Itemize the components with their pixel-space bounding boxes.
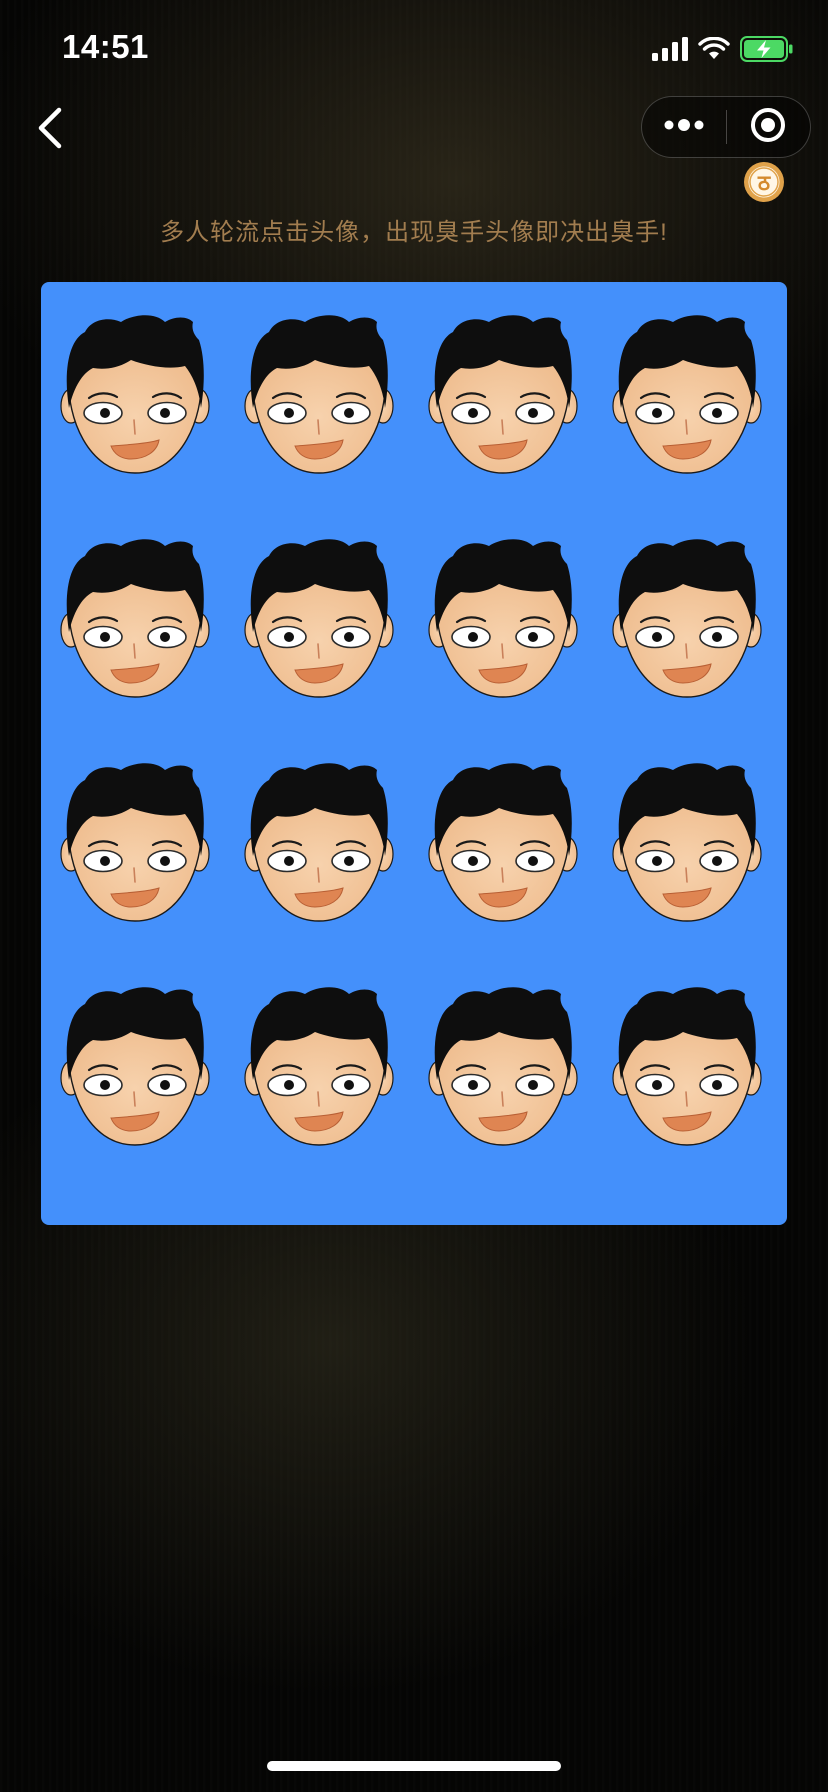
boy-face-avatar-icon (243, 534, 395, 704)
gold-badge-icon: ठ (742, 162, 786, 208)
avatar-tile[interactable] (243, 534, 395, 704)
avatar-tile[interactable] (427, 310, 579, 480)
status-icons (652, 35, 794, 67)
avatar-tile[interactable] (243, 758, 395, 928)
avatar-tile[interactable] (59, 758, 211, 928)
boy-face-avatar-icon (427, 982, 579, 1152)
boy-face-avatar-icon (427, 534, 579, 704)
home-indicator (267, 1761, 561, 1771)
boy-face-avatar-icon (59, 982, 211, 1152)
badge-glyph: ठ (757, 171, 771, 195)
avatar-tile[interactable] (611, 310, 763, 480)
close-program-button[interactable] (727, 97, 811, 157)
avatar-tile[interactable] (611, 534, 763, 704)
avatar-tile[interactable] (611, 982, 763, 1152)
boy-face-avatar-icon (611, 310, 763, 480)
avatar-tile[interactable] (59, 534, 211, 704)
avatar-tile[interactable] (59, 982, 211, 1152)
back-button[interactable] (20, 100, 80, 160)
avatar-board (41, 282, 787, 1225)
target-close-icon (750, 107, 786, 148)
gold-badge-button[interactable]: ठ (742, 160, 786, 204)
game-instruction: 多人轮流点击头像，出现臭手头像即决出臭手! (160, 219, 668, 246)
signal-icon (652, 36, 688, 66)
avatar-tile[interactable] (611, 758, 763, 928)
boy-face-avatar-icon (59, 310, 211, 480)
avatar-tile[interactable] (427, 534, 579, 704)
avatar-tile[interactable] (243, 982, 395, 1152)
boy-face-avatar-icon (611, 982, 763, 1152)
avatar-tile[interactable] (59, 310, 211, 480)
more-menu-button[interactable] (642, 97, 726, 157)
status-bar: 14:51 (0, 0, 828, 100)
wifi-icon (698, 36, 730, 66)
avatar-tile[interactable] (427, 758, 579, 928)
boy-face-avatar-icon (59, 534, 211, 704)
boy-face-avatar-icon (611, 758, 763, 928)
more-dots-icon (663, 118, 705, 137)
boy-face-avatar-icon (59, 758, 211, 928)
avatar-tile[interactable] (427, 982, 579, 1152)
boy-face-avatar-icon (243, 310, 395, 480)
boy-face-avatar-icon (427, 758, 579, 928)
boy-face-avatar-icon (427, 310, 579, 480)
avatar-tile[interactable] (243, 310, 395, 480)
battery-charging-icon (740, 35, 794, 67)
boy-face-avatar-icon (243, 982, 395, 1152)
status-time: 14:51 (62, 28, 149, 65)
boy-face-avatar-icon (243, 758, 395, 928)
mini-program-capsule (641, 96, 811, 158)
boy-face-avatar-icon (611, 534, 763, 704)
chevron-left-icon (35, 106, 65, 155)
